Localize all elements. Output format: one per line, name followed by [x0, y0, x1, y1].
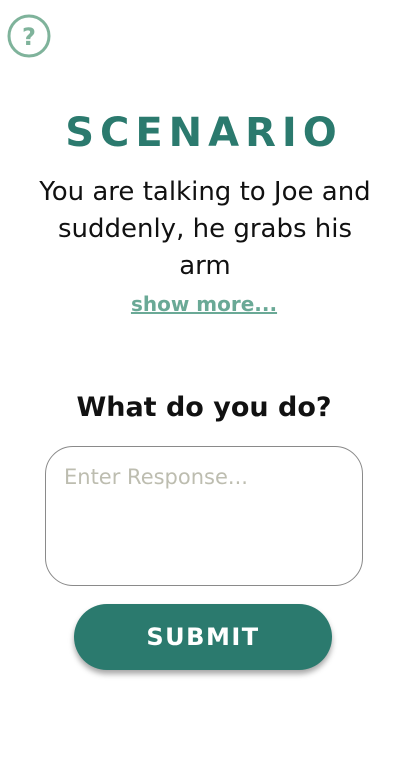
question-circle-icon: ?	[7, 14, 51, 58]
help-button[interactable]: ?	[7, 14, 51, 58]
response-input[interactable]	[45, 446, 363, 586]
submit-button[interactable]: SUBMIT	[74, 604, 332, 670]
scenario-title: SCENARIO	[65, 110, 343, 156]
show-more-link[interactable]: show more...	[0, 292, 408, 316]
prompt-question: What do you do?	[76, 392, 332, 423]
question-mark-glyph: ?	[22, 23, 36, 51]
scenario-text: You are talking to Joe and suddenly, he …	[39, 177, 371, 281]
